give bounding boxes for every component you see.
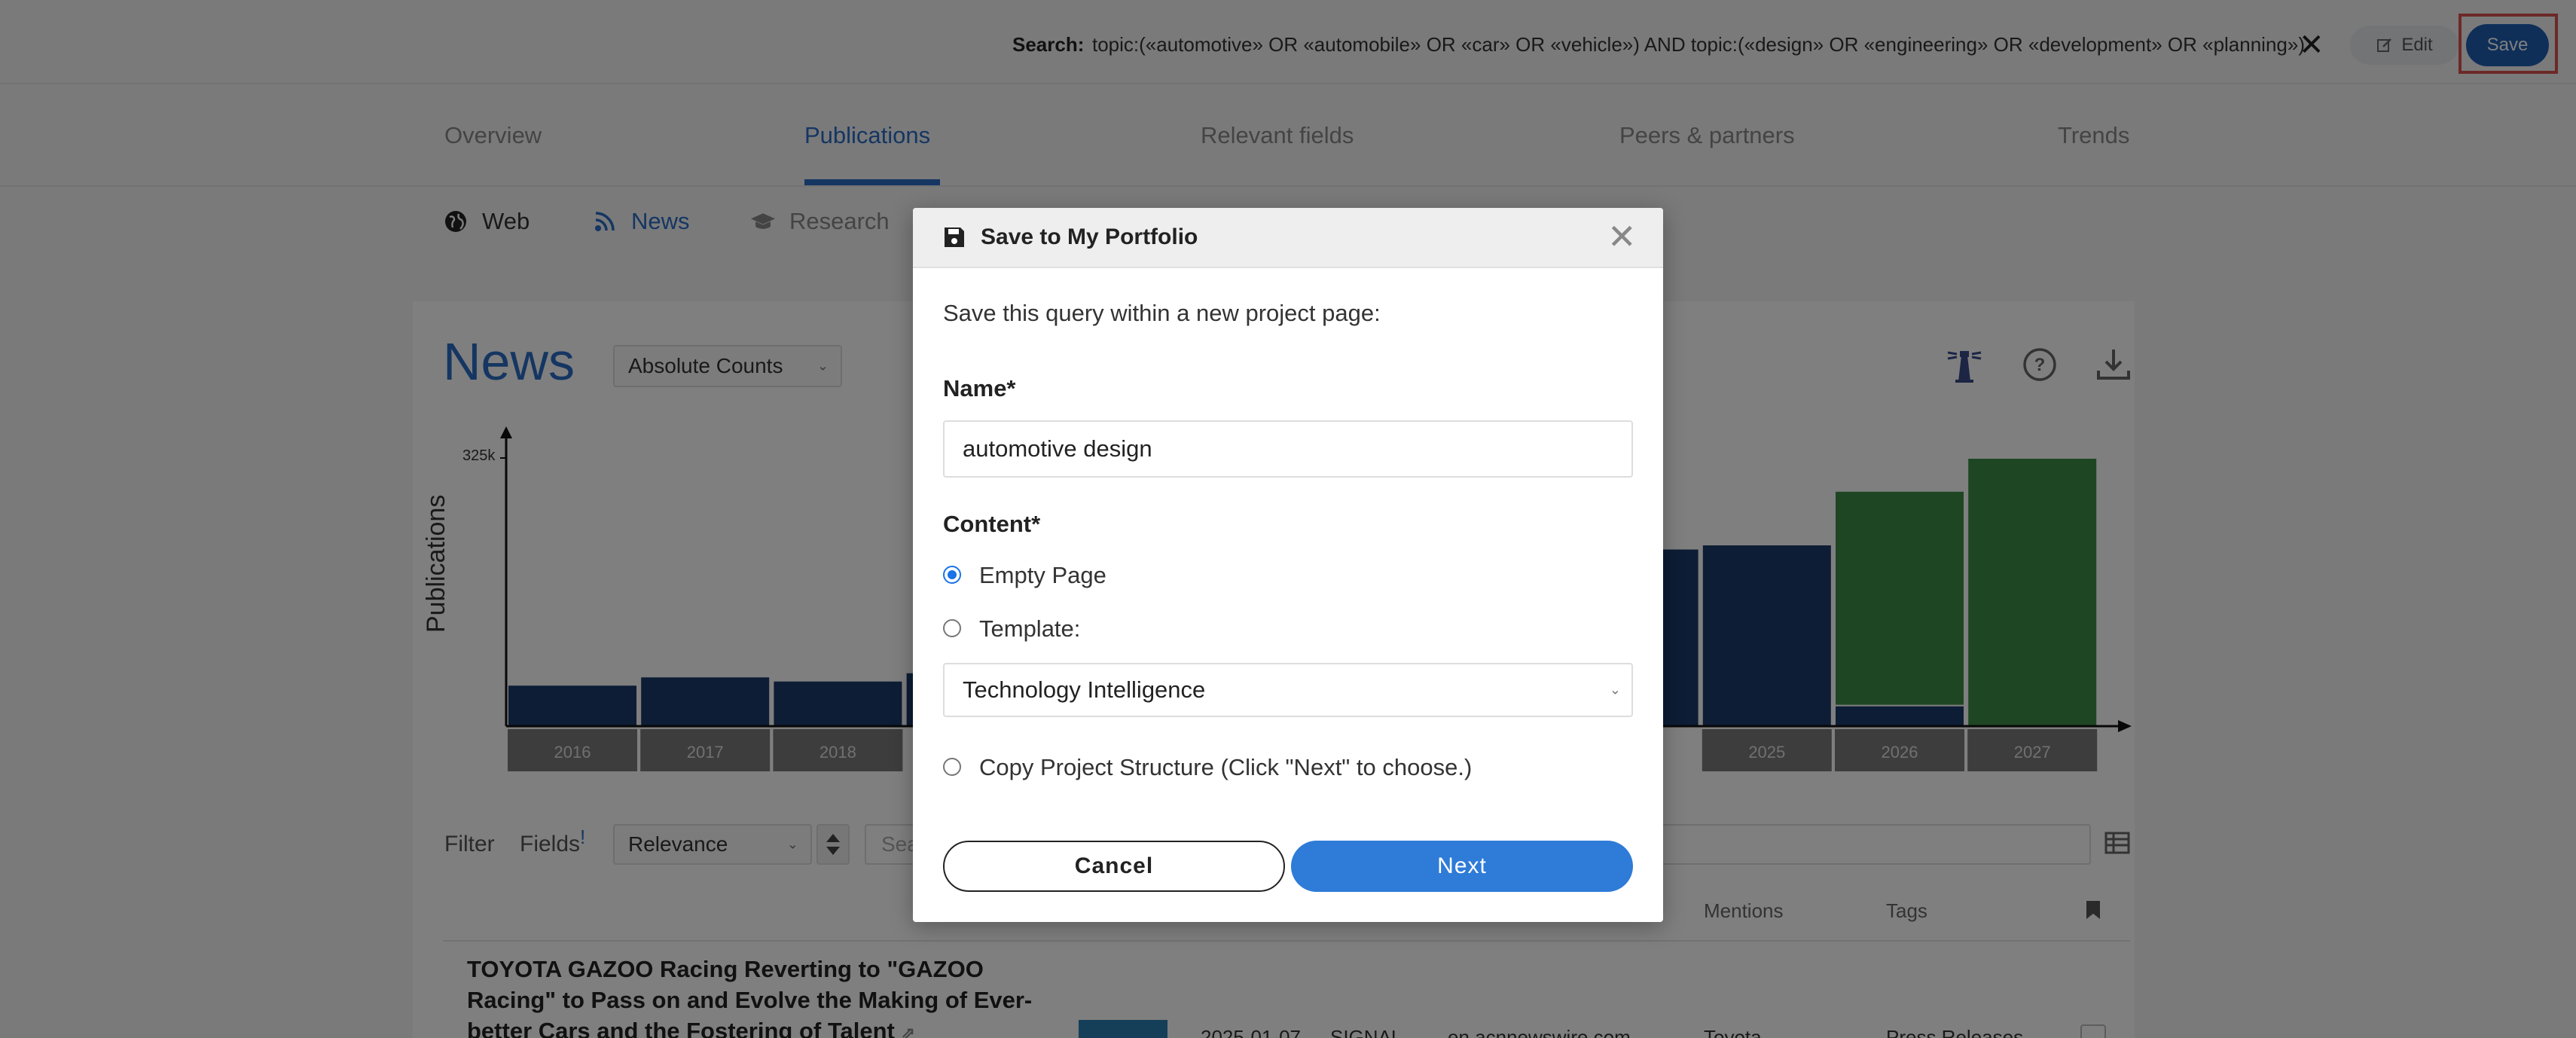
floppy-disk-icon bbox=[943, 226, 967, 250]
radio-copy-structure-label[interactable]: Copy Project Structure (Click "Next" to … bbox=[979, 754, 1472, 781]
content-label: Content* bbox=[943, 511, 1041, 537]
project-name-input[interactable]: automotive design bbox=[943, 420, 1633, 478]
radio-empty-page[interactable] bbox=[943, 566, 961, 584]
radio-copy-structure[interactable] bbox=[943, 758, 961, 776]
dialog-header: Save to My Portfolio ✕ bbox=[913, 208, 1663, 268]
template-select-value: Technology Intelligence bbox=[963, 676, 1206, 703]
cancel-button[interactable]: Cancel bbox=[943, 841, 1285, 892]
project-name-value: automotive design bbox=[963, 435, 1152, 462]
chevron-down-icon: ⌄ bbox=[1609, 682, 1621, 698]
template-select[interactable]: Technology Intelligence ⌄ bbox=[943, 663, 1633, 717]
name-label: Name* bbox=[943, 375, 1016, 401]
close-icon[interactable]: ✕ bbox=[1607, 218, 1637, 255]
radio-empty-page-label[interactable]: Empty Page bbox=[979, 562, 1106, 589]
next-button[interactable]: Next bbox=[1291, 841, 1633, 892]
save-portfolio-dialog: Save to My Portfolio ✕ Save this query w… bbox=[913, 208, 1663, 922]
radio-template-label[interactable]: Template: bbox=[979, 615, 1080, 643]
radio-template[interactable] bbox=[943, 619, 961, 637]
dialog-intro-text: Save this query within a new project pag… bbox=[943, 300, 1381, 326]
dialog-title: Save to My Portfolio bbox=[981, 224, 1198, 249]
